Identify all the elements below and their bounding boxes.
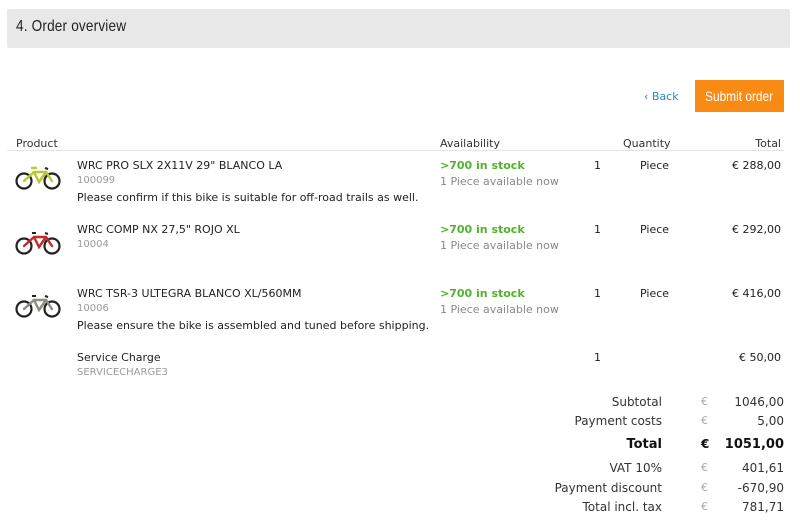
summary-payment-discount: Payment discount € -670,90	[0, 481, 800, 499]
column-header-product: Product	[16, 137, 58, 150]
product-name[interactable]: WRC PRO SLX 2X11V 29" BLANCO LA	[77, 159, 282, 172]
currency-symbol: €	[701, 414, 708, 427]
summary-label: Payment costs	[574, 414, 663, 428]
availability-text: 1 Piece available now	[440, 239, 559, 252]
quantity-value: 1	[594, 351, 601, 364]
summary-total-incl-tax: Total incl. tax € 781,71	[0, 500, 800, 518]
availability-text: 1 Piece available now	[440, 175, 559, 188]
summary-subtotal: Subtotal € 1046,00	[0, 395, 800, 413]
quantity-value: 1	[594, 287, 601, 300]
summary-label: Total	[626, 437, 662, 452]
currency-symbol: €	[701, 461, 708, 474]
quantity-value: 1	[594, 223, 601, 236]
line-total: € 288,00	[732, 159, 781, 172]
summary-label: Payment discount	[554, 481, 662, 495]
summary-payment-costs: Payment costs € 5,00	[0, 414, 800, 432]
line-total: € 416,00	[732, 287, 781, 300]
summary-value: 781,71	[742, 500, 784, 514]
quantity-unit: Piece	[640, 223, 670, 236]
section-title: 4. Order overview	[16, 18, 127, 35]
summary-value: 1046,00	[734, 395, 784, 409]
stock-status: >700 in stock	[440, 223, 525, 236]
stock-status: >700 in stock	[440, 287, 525, 300]
summary-label: Subtotal	[611, 395, 662, 409]
product-note: Please confirm if this bike is suitable …	[77, 191, 419, 204]
bike-red-icon[interactable]	[15, 229, 61, 255]
product-name[interactable]: WRC TSR-3 ULTEGRA BLANCO XL/560MM	[77, 287, 301, 300]
submit-order-button[interactable]: Submit order	[695, 80, 784, 112]
summary-value: -670,90	[737, 481, 784, 495]
product-number: 10004	[77, 239, 109, 250]
column-header-quantity: Quantity	[623, 137, 671, 150]
currency-symbol: €	[701, 437, 710, 451]
quantity-unit: Piece	[640, 287, 670, 300]
summary-value: 1051,00	[724, 437, 784, 452]
submit-order-label: Submit order	[705, 88, 774, 104]
currency-symbol: €	[701, 500, 708, 513]
product-number: SERVICECHARGE3	[77, 367, 168, 378]
column-header-total: Total	[755, 137, 781, 150]
summary-label: VAT 10%	[609, 461, 662, 475]
product-name[interactable]: WRC COMP NX 27,5" ROJO XL	[77, 223, 240, 236]
product-note: Please ensure the bike is assembled and …	[77, 319, 430, 332]
column-header-availability: Availability	[440, 137, 500, 150]
bike-yellow-icon[interactable]	[15, 164, 61, 190]
currency-symbol: €	[701, 395, 708, 408]
product-name: Service Charge	[77, 351, 161, 364]
product-number: 100099	[77, 175, 116, 186]
availability-text: 1 Piece available now	[440, 303, 559, 316]
currency-symbol: €	[701, 481, 708, 494]
bike-white-icon[interactable]	[15, 292, 61, 318]
summary-value: 401,61	[742, 461, 784, 475]
stock-status: >700 in stock	[440, 159, 525, 172]
summary-total: Total € 1051,00	[0, 437, 800, 455]
line-total: € 50,00	[739, 351, 781, 364]
section-header: 4. Order overview	[7, 9, 790, 48]
quantity-unit: Piece	[640, 159, 670, 172]
summary-vat: VAT 10% € 401,61	[0, 461, 800, 479]
quantity-value: 1	[594, 159, 601, 172]
product-number: 10006	[77, 303, 109, 314]
table-divider	[7, 150, 784, 151]
back-link[interactable]: ‹ Back	[644, 90, 679, 103]
summary-value: 5,00	[757, 414, 784, 428]
summary-label: Total incl. tax	[582, 500, 663, 514]
line-total: € 292,00	[732, 223, 781, 236]
